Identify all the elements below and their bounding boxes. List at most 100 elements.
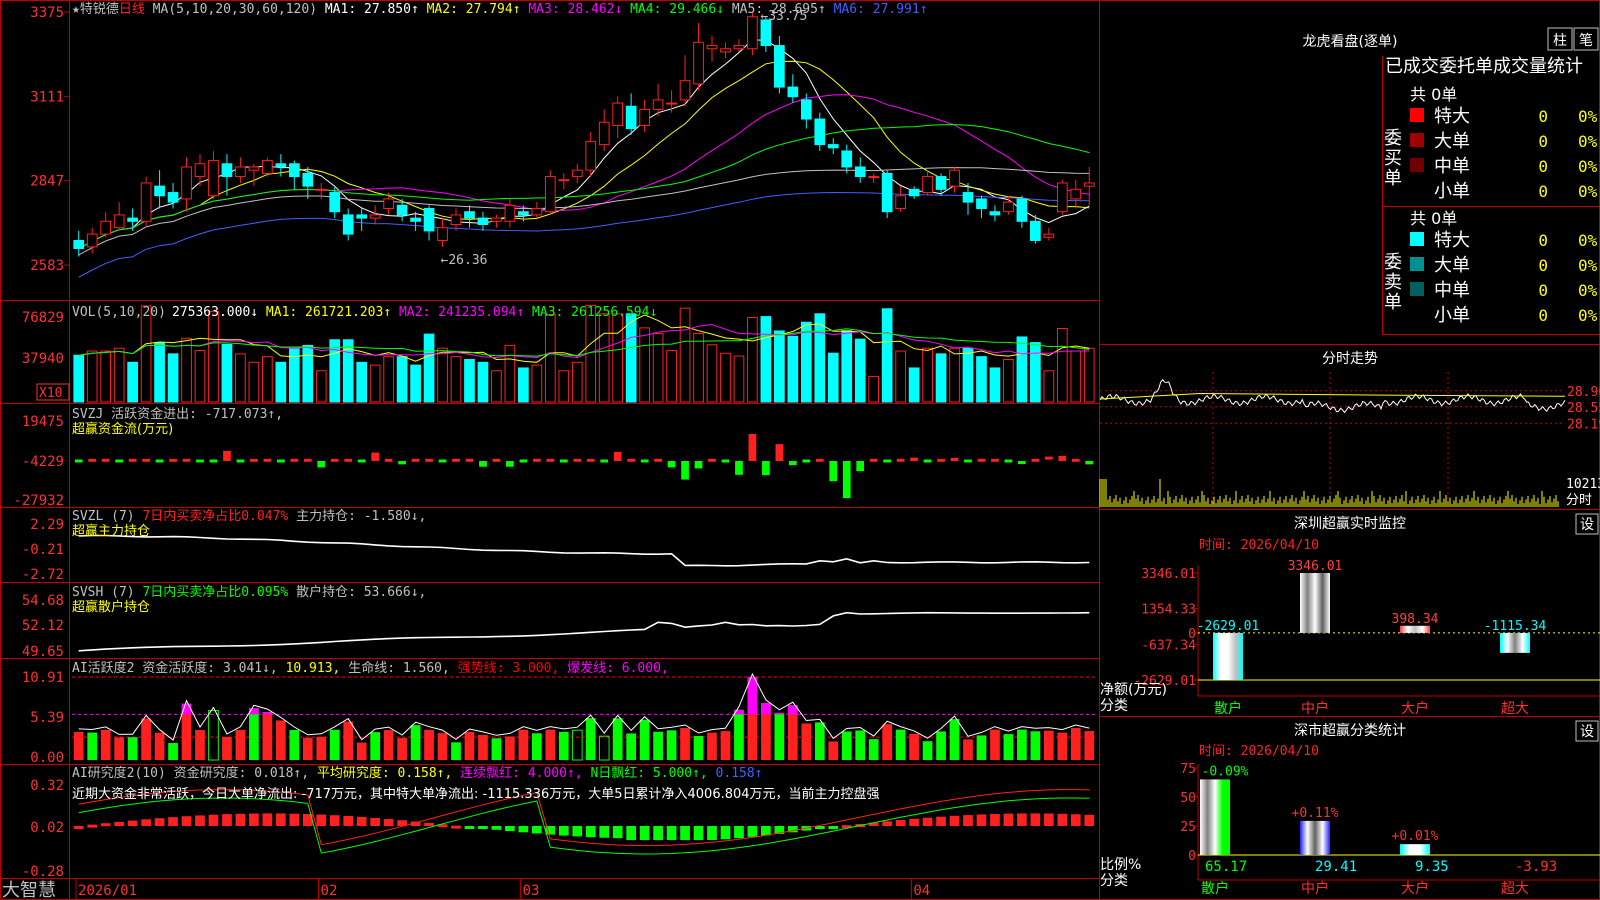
flow-bar[interactable] bbox=[842, 461, 851, 499]
research-bar[interactable] bbox=[990, 813, 1000, 826]
flow-bar[interactable] bbox=[775, 444, 784, 462]
flow-bar[interactable] bbox=[209, 459, 218, 463]
volume-bar[interactable] bbox=[1003, 358, 1014, 403]
volume-bar[interactable] bbox=[208, 311, 219, 403]
activity-bar[interactable] bbox=[612, 718, 623, 760]
activity-bar[interactable] bbox=[397, 738, 407, 760]
candle-body[interactable] bbox=[787, 86, 799, 98]
research-bar[interactable] bbox=[491, 826, 502, 830]
activity-bar[interactable] bbox=[653, 731, 663, 760]
candle-body[interactable] bbox=[679, 80, 691, 101]
volume-bar[interactable] bbox=[706, 344, 718, 403]
activity-bar[interactable] bbox=[437, 733, 448, 760]
flow-bar[interactable] bbox=[856, 461, 865, 472]
activity-bar[interactable] bbox=[222, 736, 232, 760]
research-bar[interactable] bbox=[208, 814, 219, 826]
candle-body[interactable] bbox=[1016, 198, 1028, 222]
flow-bar[interactable] bbox=[398, 461, 406, 465]
flow-bar[interactable] bbox=[357, 459, 366, 463]
candle-body[interactable] bbox=[625, 105, 637, 130]
candlestick-panel[interactable]: 3375 3111 2847 2583 ★特锐德日线 MA(5,10,20,30,60,… bbox=[30, 2, 1095, 278]
research-bar[interactable] bbox=[680, 826, 690, 840]
activity-bar[interactable] bbox=[154, 732, 165, 760]
activity-bar[interactable] bbox=[356, 742, 367, 760]
research-bar[interactable] bbox=[828, 826, 839, 829]
research-bar[interactable] bbox=[168, 817, 178, 826]
flow-bar[interactable] bbox=[708, 458, 716, 462]
volume-bar[interactable] bbox=[895, 350, 906, 403]
flow-bar[interactable] bbox=[182, 458, 191, 462]
svsh-panel[interactable]: SVSH (7) 7日内买卖净占比0.095% 散户持仓: 53.666↓,超赢… bbox=[22, 584, 1090, 660]
activity-bar[interactable] bbox=[100, 729, 111, 760]
flow-bar[interactable] bbox=[923, 459, 932, 463]
flow-bar[interactable] bbox=[223, 450, 231, 462]
flow-bar[interactable] bbox=[74, 459, 83, 463]
flow-bar[interactable] bbox=[479, 461, 487, 467]
research-bar[interactable] bbox=[734, 826, 744, 839]
candle-body[interactable] bbox=[868, 176, 880, 179]
volume-bar[interactable] bbox=[383, 356, 394, 403]
volume-bar[interactable] bbox=[423, 333, 435, 403]
research-bar[interactable] bbox=[612, 826, 623, 839]
flow-bar[interactable] bbox=[250, 458, 258, 462]
flow-bar[interactable] bbox=[438, 459, 447, 463]
candle-body[interactable] bbox=[167, 192, 179, 203]
activity-bar[interactable] bbox=[895, 729, 906, 760]
candle-body[interactable] bbox=[464, 211, 475, 219]
candle-body[interactable] bbox=[639, 108, 650, 126]
flow-bar[interactable] bbox=[155, 459, 164, 463]
activity-bar[interactable] bbox=[585, 718, 596, 760]
flow-bar[interactable] bbox=[169, 458, 177, 462]
activity-bar[interactable] bbox=[289, 730, 300, 760]
activity-bar[interactable] bbox=[680, 728, 690, 760]
candle-body[interactable] bbox=[100, 220, 112, 235]
flow-bar[interactable] bbox=[344, 458, 353, 462]
research-bar[interactable] bbox=[895, 820, 906, 826]
research-bar[interactable] bbox=[370, 817, 381, 826]
candle-body[interactable] bbox=[827, 144, 839, 149]
research-bar[interactable] bbox=[316, 814, 327, 826]
activity-bar[interactable] bbox=[882, 724, 893, 760]
activity-bar[interactable] bbox=[734, 709, 744, 760]
research-bar[interactable] bbox=[1043, 813, 1054, 826]
volume-bar[interactable] bbox=[518, 367, 529, 403]
candle-body[interactable] bbox=[747, 16, 758, 50]
volume-bar[interactable] bbox=[881, 308, 893, 403]
flow-bar[interactable] bbox=[411, 458, 420, 462]
flow-bar[interactable] bbox=[546, 458, 555, 462]
activity-bar[interactable] bbox=[478, 734, 488, 760]
flow-bar[interactable] bbox=[290, 458, 299, 462]
research-bar[interactable] bbox=[181, 816, 192, 826]
monitor-bar[interactable] bbox=[1300, 573, 1330, 633]
research-bar[interactable] bbox=[639, 826, 650, 840]
flow-bar[interactable] bbox=[613, 451, 622, 462]
activity-bar[interactable] bbox=[949, 719, 960, 760]
research-bar[interactable] bbox=[451, 825, 461, 829]
activity-bar[interactable] bbox=[87, 732, 98, 760]
svzl-panel[interactable]: SVZL (7) 7日内买卖净占比0.047% 主力持仓: -1.580↓,超赢… bbox=[22, 508, 1090, 583]
volume-bar[interactable] bbox=[531, 364, 543, 403]
flow-bar[interactable] bbox=[1044, 456, 1053, 460]
research-bar[interactable] bbox=[195, 815, 205, 826]
candle-body[interactable] bbox=[410, 217, 421, 222]
volume-bar[interactable] bbox=[652, 333, 664, 403]
activity-bar[interactable] bbox=[451, 742, 461, 760]
research-bar[interactable] bbox=[1057, 813, 1068, 826]
activity-bar[interactable] bbox=[976, 735, 987, 760]
flow-bar[interactable] bbox=[1058, 455, 1067, 462]
flow-bar[interactable] bbox=[681, 461, 689, 480]
candle-body[interactable] bbox=[86, 233, 98, 248]
research-bar[interactable] bbox=[222, 814, 232, 826]
research-bar[interactable] bbox=[114, 821, 125, 826]
flow-bar[interactable] bbox=[115, 459, 124, 463]
flow-bar[interactable] bbox=[910, 457, 918, 462]
volume-bar[interactable] bbox=[1043, 370, 1055, 403]
research-bar[interactable] bbox=[478, 826, 488, 829]
volume-bar[interactable] bbox=[1083, 347, 1095, 403]
activity-burst[interactable] bbox=[774, 712, 785, 715]
activity-bar[interactable] bbox=[639, 719, 650, 760]
flow-bar[interactable] bbox=[937, 458, 945, 462]
volume-bar[interactable] bbox=[504, 344, 516, 403]
candle-body[interactable] bbox=[962, 192, 974, 203]
activity-bar[interactable] bbox=[424, 729, 434, 760]
